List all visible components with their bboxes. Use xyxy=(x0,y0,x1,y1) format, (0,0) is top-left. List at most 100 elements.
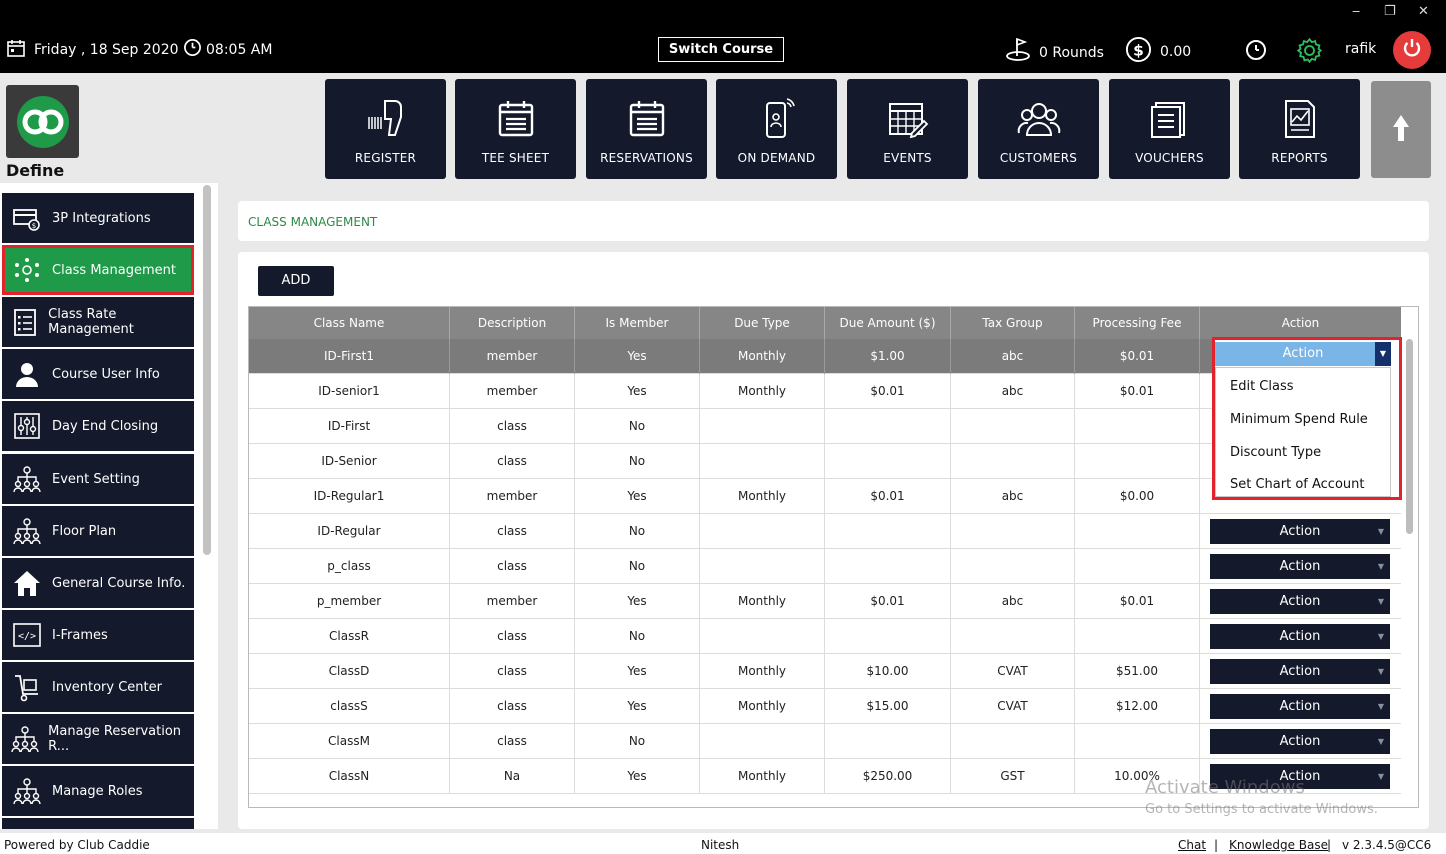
nav-customers[interactable]: CUSTOMERS xyxy=(978,79,1099,179)
action-dropdown[interactable]: Action ▼ xyxy=(1210,589,1390,614)
chat-link[interactable]: Chat xyxy=(1178,838,1206,852)
action-dropdown[interactable]: Action ▼ xyxy=(1210,694,1390,719)
column-header[interactable]: Due Type xyxy=(700,307,825,339)
table-row[interactable]: p_member member Yes Monthly $0.01 abc $0.01 Act… xyxy=(249,584,1401,619)
sidebar-item-course-user-info[interactable]: Course User Info xyxy=(2,349,194,399)
chat-link-text[interactable]: Chat xyxy=(1178,838,1206,852)
table-row[interactable]: ID-Regular class No Action ▼ xyxy=(249,514,1401,549)
sidebar-item-class-management[interactable]: Class Management xyxy=(2,245,194,295)
sidebar-item-partial[interactable] xyxy=(2,818,194,829)
column-header[interactable]: Description xyxy=(450,307,575,339)
table-row[interactable]: ClassR class No Action ▼ xyxy=(249,619,1401,654)
nav-register[interactable]: REGISTER xyxy=(325,79,446,179)
sidebar-item-class-rate-management[interactable]: Class Rate Management xyxy=(2,297,194,347)
chevron-down-icon[interactable]: ▼ xyxy=(1375,342,1391,366)
table-cell: Monthly xyxy=(700,654,825,689)
table-cell: $1.00 xyxy=(825,339,951,374)
sidebar-item-label: Course User Info xyxy=(52,366,160,382)
user-name[interactable]: rafik xyxy=(1345,41,1376,57)
nav-on-demand[interactable]: ON DEMAND xyxy=(716,79,837,179)
sidebar-item-label: Manage Roles xyxy=(52,783,143,799)
table-row[interactable]: ClassD class Yes Monthly $10.00 CVAT $51.00 Act… xyxy=(249,654,1401,689)
action-dropdown[interactable]: Action ▼ xyxy=(1210,624,1390,649)
balance-display[interactable]: $ 0.00 xyxy=(1125,36,1191,67)
calendar-list-icon xyxy=(586,97,707,141)
table-row[interactable]: classS class Yes Monthly $15.00 CVAT $12.00 Act… xyxy=(249,689,1401,724)
sidebar: $ 3P Integrations Class Management Class… xyxy=(0,183,218,829)
action-dropdown[interactable]: Action ▼ xyxy=(1210,659,1390,684)
sidebar-item-label: Class Rate Management xyxy=(48,307,134,337)
table-cell xyxy=(1075,444,1200,479)
sidebar-item-floor-plan[interactable]: Floor Plan xyxy=(2,506,194,556)
table-cell: ID-Regular xyxy=(249,514,450,549)
settings-gear-icon[interactable] xyxy=(1296,37,1323,64)
minimize-icon[interactable]: ‒ xyxy=(1352,4,1360,19)
nav-tee-sheet[interactable]: TEE SHEET xyxy=(455,79,576,179)
table-cell: $15.00 xyxy=(825,689,951,724)
action-dropdown-label: Action xyxy=(1279,524,1321,539)
table-row[interactable]: p_class class No Action ▼ xyxy=(249,549,1401,584)
sidebar-scrollbar[interactable] xyxy=(203,185,211,555)
sidebar-item-manage-roles[interactable]: Manage Roles xyxy=(2,766,194,816)
rounds-display[interactable]: 0 Rounds xyxy=(1005,36,1104,66)
voucher-list-icon xyxy=(1109,97,1230,141)
column-header[interactable]: Class Name xyxy=(249,307,450,339)
table-cell: Yes xyxy=(575,374,700,409)
menu-item-discount-type[interactable]: Discount Type xyxy=(1230,445,1321,460)
table-cell: abc xyxy=(951,339,1075,374)
table-cell: GST xyxy=(951,759,1075,794)
table-cell: class xyxy=(450,654,575,689)
sidebar-item-day-end-closing[interactable]: Day End Closing xyxy=(2,401,194,451)
app-logo[interactable] xyxy=(6,85,79,158)
nav-reservations[interactable]: RESERVATIONS xyxy=(586,79,707,179)
history-icon[interactable] xyxy=(1245,39,1267,61)
action-dropdown[interactable]: Action ▼ xyxy=(1210,519,1390,544)
table-cell: p_class xyxy=(249,549,450,584)
table-row[interactable]: ClassM class No Action ▼ xyxy=(249,724,1401,759)
table-cell: Monthly xyxy=(700,689,825,724)
sidebar-item-inventory-center[interactable]: Inventory Center xyxy=(2,662,194,712)
sidebar-item-3p-integrations[interactable]: $ 3P Integrations xyxy=(2,193,194,243)
table-cell xyxy=(951,444,1075,479)
table-cell: No xyxy=(575,549,700,584)
column-header[interactable]: Tax Group xyxy=(951,307,1075,339)
sidebar-item-label: General Course Info. xyxy=(52,575,186,591)
action-dropdown-label: Action xyxy=(1279,664,1321,679)
table-cell: member xyxy=(450,374,575,409)
table-cell xyxy=(825,409,951,444)
column-header[interactable]: Due Amount ($) xyxy=(825,307,951,339)
activation-watermark-subtitle: Go to Settings to activate Windows. xyxy=(1145,802,1378,817)
close-icon[interactable]: ✕ xyxy=(1418,4,1429,19)
sidebar-item-general-course-info[interactable]: General Course Info. xyxy=(2,558,194,608)
chevron-down-icon: ▼ xyxy=(1377,527,1384,536)
action-dropdown[interactable]: Action ▼ xyxy=(1210,554,1390,579)
nav-vouchers[interactable]: VOUCHERS xyxy=(1109,79,1230,179)
knowledge-base-link-text[interactable]: Knowledge Base xyxy=(1229,838,1328,852)
column-header[interactable]: Is Member xyxy=(575,307,700,339)
menu-item-minimum-spend-rule[interactable]: Minimum Spend Rule xyxy=(1230,412,1368,427)
sidebar-item-manage-reservation[interactable]: Manage Reservation R... xyxy=(2,714,194,764)
switch-course-button[interactable]: Switch Course xyxy=(658,37,784,62)
sidebar-item-event-setting[interactable]: Event Setting xyxy=(2,454,194,504)
nav-reports[interactable]: REPORTS xyxy=(1239,79,1360,179)
table-cell: class xyxy=(450,689,575,724)
table-cell: ClassD xyxy=(249,654,450,689)
add-button[interactable]: ADD xyxy=(258,266,334,296)
knowledge-base-link[interactable]: Knowledge Base xyxy=(1229,838,1328,852)
org-chart-icon xyxy=(2,777,52,805)
table-scrollbar[interactable] xyxy=(1406,339,1413,534)
power-button[interactable] xyxy=(1393,31,1431,69)
column-header: Action xyxy=(1281,316,1320,330)
column-header[interactable]: Processing Fee xyxy=(1075,307,1200,339)
menu-item-edit-class[interactable]: Edit Class xyxy=(1230,379,1294,394)
menu-item-set-chart-of-account[interactable]: Set Chart of Account xyxy=(1230,477,1365,492)
nav-events[interactable]: EVENTS xyxy=(847,79,968,179)
sidebar-item-i-frames[interactable]: </> I-Frames xyxy=(2,610,194,660)
scroll-up-button[interactable] xyxy=(1371,81,1431,178)
table-cell: $0.01 xyxy=(825,374,951,409)
action-dropdown-selected[interactable]: Action ▼ xyxy=(1215,342,1391,366)
action-dropdown[interactable]: Action ▼ xyxy=(1210,729,1390,754)
rounds-text: 0 Rounds xyxy=(1039,45,1104,61)
restore-icon[interactable]: ❐ xyxy=(1384,4,1396,19)
table-cell: $0.01 xyxy=(1075,339,1200,374)
